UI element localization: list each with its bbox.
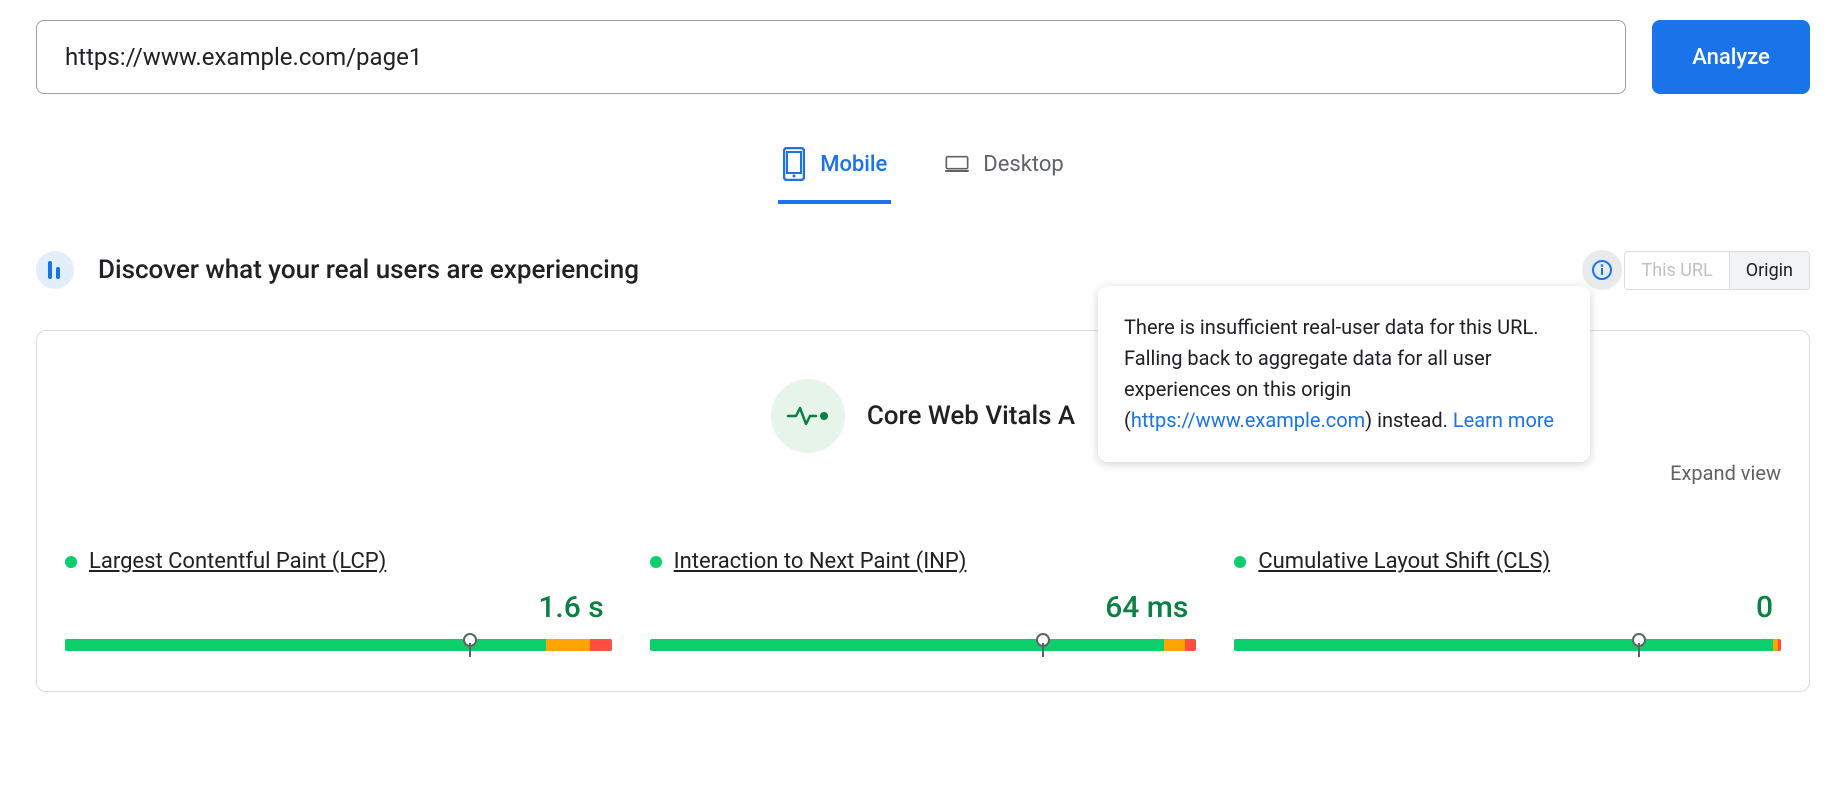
- status-dot-good: [650, 556, 662, 568]
- metric-lcp: Largest Contentful Paint (LCP) 1.6 s: [65, 549, 612, 661]
- metric-cls-marker: [1634, 633, 1644, 657]
- vitals-pass-icon: [771, 379, 845, 453]
- device-tabs: Mobile Desktop: [36, 136, 1810, 204]
- metric-lcp-bar: [65, 639, 612, 651]
- metric-inp-label[interactable]: Interaction to Next Paint (INP): [674, 549, 967, 574]
- metric-lcp-label[interactable]: Largest Contentful Paint (LCP): [89, 549, 386, 574]
- metric-inp-value: 64 ms: [650, 590, 1197, 625]
- tab-mobile-label: Mobile: [820, 152, 887, 177]
- desktop-icon: [945, 146, 969, 182]
- status-dot-good: [65, 556, 77, 568]
- mobile-icon: [782, 146, 806, 182]
- scope-origin[interactable]: Origin: [1729, 252, 1809, 289]
- insufficient-data-tooltip: There is insufficient real-user data for…: [1098, 286, 1590, 462]
- info-icon: [1591, 259, 1613, 281]
- metric-cls-bar: [1234, 639, 1781, 651]
- metric-cls: Cumulative Layout Shift (CLS) 0: [1234, 549, 1781, 661]
- metric-inp-marker: [1038, 633, 1048, 657]
- metric-lcp-marker: [465, 633, 475, 657]
- scope-toggle: This URL Origin: [1624, 251, 1810, 290]
- tab-desktop-label: Desktop: [983, 152, 1064, 177]
- metric-cls-value: 0: [1234, 590, 1781, 625]
- status-dot-good: [1234, 556, 1246, 568]
- tooltip-learn-more-link[interactable]: Learn more: [1453, 408, 1554, 432]
- tab-desktop[interactable]: Desktop: [941, 136, 1068, 204]
- crux-icon: [36, 251, 74, 289]
- scope-this-url: This URL: [1625, 252, 1728, 289]
- url-input[interactable]: [36, 20, 1626, 94]
- metric-lcp-value: 1.6 s: [65, 590, 612, 625]
- metric-cls-label[interactable]: Cumulative Layout Shift (CLS): [1258, 549, 1550, 574]
- tab-mobile[interactable]: Mobile: [778, 136, 891, 204]
- metric-inp: Interaction to Next Paint (INP) 64 ms: [650, 549, 1197, 661]
- expand-view-button[interactable]: Expand view: [1670, 461, 1781, 485]
- page-title: Discover what your real users are experi…: [98, 255, 639, 285]
- cwv-assessment-title: Core Web Vitals A: [867, 401, 1075, 431]
- metric-inp-bar: [650, 639, 1197, 651]
- tooltip-origin-link[interactable]: https://www.example.com: [1131, 408, 1365, 432]
- tooltip-text-mid: ) instead.: [1365, 408, 1453, 432]
- info-button[interactable]: [1582, 250, 1622, 290]
- analyze-button[interactable]: Analyze: [1652, 20, 1810, 94]
